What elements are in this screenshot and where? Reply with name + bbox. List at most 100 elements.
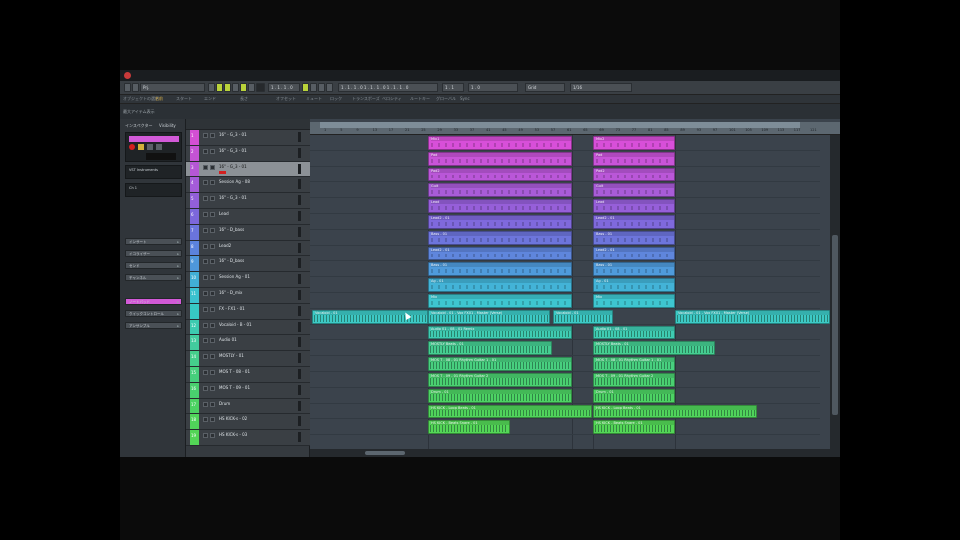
split-tool-icon[interactable] (232, 83, 239, 92)
track-row[interactable]: FX - FX1 - 01 (186, 303, 310, 320)
midi-part[interactable]: Pad2 (428, 167, 572, 182)
track-row[interactable]: 9 16" - D_bass (186, 256, 310, 273)
midi-part[interactable]: Lead2 - 01 (428, 215, 572, 229)
track-name[interactable]: FX - FX1 - 01 (219, 306, 245, 311)
audio-event[interactable]: MOS T - 08 - 01 Rhythm Guitar 1 - 01 (593, 357, 675, 371)
timeline-ruler[interactable]: 1 5 9 13 17 21 25 29 33 37 41 45 49 53 57 61 65 69 73 77 81 8… (310, 122, 840, 135)
mute-button[interactable] (203, 338, 208, 344)
horizontal-scrollbar[interactable] (310, 449, 830, 457)
audio-event[interactable]: MOSTLY Beats - 01 (428, 341, 552, 356)
snap-type-select[interactable]: Grid (525, 83, 565, 92)
audio-event[interactable]: Drum - 01 (428, 388, 572, 403)
track-name[interactable]: 16" - G_3 - 01 (219, 132, 247, 137)
midi-part[interactable]: Lead2 - 01 (428, 246, 572, 261)
info-item[interactable]: グローバル (436, 96, 456, 102)
track-lane[interactable]: Bass - 01 Bass - 01 (310, 230, 820, 246)
solo-button[interactable] (210, 227, 215, 233)
track-row[interactable]: 2 16" - G_3 - 01 (186, 145, 310, 162)
midi-part[interactable]: Ag - 01 (428, 278, 572, 292)
track-lane[interactable]: Lead Lead (310, 198, 820, 214)
midi-part[interactable]: Bass - 01 (428, 230, 572, 245)
audio-event[interactable]: MOS T - 09 - 01 Rhythm Guitar 2 (428, 373, 572, 387)
track-lane[interactable]: Pad2 Pad2 (310, 167, 820, 183)
activate-project-button[interactable] (124, 83, 131, 92)
track-name[interactable]: Lead2 (219, 243, 231, 248)
section-notepad[interactable]: ノートパッド ▸ (125, 298, 182, 305)
midi-part[interactable]: Pad (428, 151, 572, 166)
info-item[interactable]: ミュート (306, 96, 322, 102)
info-item[interactable]: 長さ (240, 96, 248, 102)
record-enable-icon[interactable] (219, 170, 226, 174)
solo-button[interactable] (210, 196, 215, 202)
track-name[interactable]: 16" - D_bass (219, 258, 244, 263)
midi-part[interactable]: Ag - 01 (593, 278, 675, 292)
offset-field[interactable]: 1 . 0 (468, 83, 518, 92)
range-tool-icon[interactable] (224, 83, 231, 92)
audio-event[interactable]: Vocaloid - 01 - Vox FX01 - Master (Verse… (428, 309, 550, 324)
midi-part[interactable]: Lead2 - 01 (593, 246, 675, 261)
solo-button[interactable] (210, 401, 215, 407)
section-channel[interactable]: チャンネル ▸ (125, 274, 182, 281)
track-name[interactable]: Vocaloid - B - 01 (219, 322, 252, 327)
track-row[interactable]: 6 Lead (186, 209, 310, 225)
info-item[interactable]: Sync (460, 96, 470, 101)
track-name[interactable]: 16" - D_mix (219, 290, 242, 295)
solo-button[interactable] (210, 322, 215, 328)
section-eq[interactable]: イコライザー ▸ (125, 250, 182, 257)
info-item[interactable]: エンド (204, 96, 216, 102)
midi-part[interactable]: Bass - 01 (593, 262, 675, 277)
pointer-tool-icon[interactable] (208, 83, 215, 92)
track-name[interactable]: Drum (219, 401, 230, 406)
mute-button[interactable] (203, 291, 208, 296)
record-enable-icon[interactable] (129, 144, 135, 150)
solo-button[interactable] (210, 243, 215, 249)
mute-button[interactable] (203, 354, 208, 360)
mute-button[interactable] (203, 212, 208, 217)
section-inserts[interactable]: インサート ▸ (125, 238, 182, 245)
track-lane[interactable]: MOSTLY Beats - 01 MOSTLY Beats - 01 (310, 340, 820, 357)
track-row[interactable]: 3 16" - G_3 - 01 (186, 161, 310, 178)
audio-event[interactable]: Vocaloid - 01 (553, 309, 613, 324)
audio-event[interactable]: HS KICK - Loop Beats - 01 (428, 404, 592, 419)
mute-button[interactable] (203, 148, 208, 154)
channel-label[interactable]: Ch 1 (129, 186, 137, 190)
track-name[interactable]: 16" - G_3 - 01 (219, 195, 247, 200)
scroll-thumb[interactable] (832, 235, 838, 415)
mute-button[interactable] (203, 180, 208, 186)
info-item[interactable]: ロック (330, 96, 342, 102)
locator-fields[interactable]: 1 . 1 . 1 . 0 1 . 1 . 1 . 0 1 . 1 . 1 . … (338, 83, 438, 92)
track-lane[interactable]: Mix1 Mix2 (310, 135, 820, 151)
track-lane[interactable]: HS KICK - Beats Snare - 01 HS KICK - Beat… (310, 419, 820, 436)
nudge-field[interactable]: 1 . 1 (442, 83, 464, 92)
color-tool-icon[interactable] (326, 83, 333, 92)
track-name[interactable]: Audio 01 (219, 337, 237, 342)
mute-button[interactable] (203, 275, 208, 281)
tab-inspector[interactable]: インスペクター (122, 122, 152, 130)
audio-event[interactable]: Drum - 01 (593, 388, 675, 403)
track-row[interactable]: 1 16" - G_3 - 01 (186, 130, 310, 146)
audio-event[interactable]: MOS T - 09 - 01 Rhythm Guitar 2 (593, 373, 675, 387)
instrument-label[interactable]: VST Instruments (129, 168, 158, 172)
solo-button[interactable] (210, 133, 215, 138)
zoom-tool-icon[interactable] (256, 83, 265, 92)
section-ensemble[interactable]: アンサンブル ▸ (125, 322, 182, 329)
audio-event[interactable]: MOSTLY Beats - 01 (593, 341, 715, 356)
project-field[interactable]: Prj. (140, 83, 205, 92)
midi-part[interactable]: Bass - 01 (428, 262, 572, 277)
track-lane[interactable]: Mix Mix (310, 293, 820, 309)
track-row[interactable]: 8 Lead2 (186, 240, 310, 257)
constrain-delay-button[interactable] (132, 83, 139, 92)
solo-button[interactable] (210, 417, 215, 423)
audio-event[interactable]: HS KICK - Beats Snare - 01 (593, 420, 675, 435)
track-row[interactable]: 11 16" - D_mix (186, 288, 310, 304)
track-lane[interactable]: HS KICK - Loop Beats - 01 HS KICK - Loop … (310, 404, 820, 420)
track-row[interactable]: 17 Drum (186, 398, 310, 415)
mute-button[interactable] (203, 385, 208, 391)
audio-event[interactable]: Audio 01 - 08 - 01 (593, 325, 675, 340)
track-lane[interactable]: Lead2 - 01 Lead2 - 01 (310, 246, 820, 262)
audio-event[interactable]: HS KICK - Beats Snare - 01 (428, 420, 510, 435)
scroll-thumb[interactable] (365, 451, 405, 455)
track-row[interactable]: 18 HS KICK-s - 02 (186, 414, 310, 431)
info-item[interactable]: オフセット (276, 96, 296, 102)
section-quick-controls[interactable]: クイックコントロール ▸ (125, 310, 182, 317)
